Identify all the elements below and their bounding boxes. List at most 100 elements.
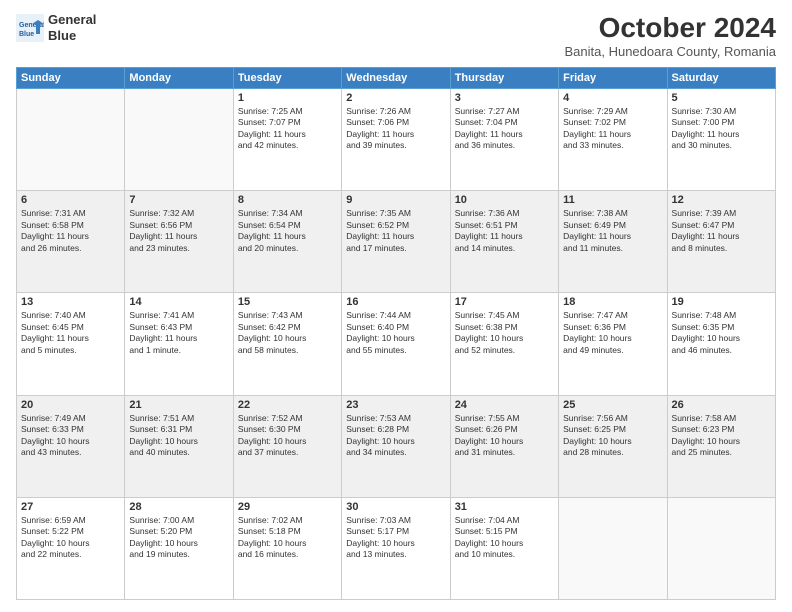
day-info: Sunrise: 7:44 AM Sunset: 6:40 PM Dayligh… — [346, 310, 445, 356]
svg-text:Blue: Blue — [19, 31, 34, 38]
table-row: 11Sunrise: 7:38 AM Sunset: 6:49 PM Dayli… — [559, 191, 667, 293]
table-row: 16 Sunrise: 7:44 AM Sunset: 6:40 PM Dayli… — [342, 293, 450, 395]
calendar-table: Sunday Monday Tuesday Wednesday Thursday… — [16, 67, 776, 600]
table-row: 27 Sunrise: 6:59 AM Sunset: 5:22 PM Dayli… — [17, 497, 125, 599]
table-row — [559, 497, 667, 599]
day-number: 19 — [672, 296, 771, 308]
header-friday: Friday — [559, 68, 667, 89]
day-number: 10 — [455, 194, 554, 206]
header-sunday: Sunday — [17, 68, 125, 89]
day-info: Sunrise: 7:48 AM Sunset: 6:35 PM Dayligh… — [672, 310, 771, 356]
day-info: Sunrise: 7:29 AM Sunset: 7:02 PM Dayligh… — [563, 106, 662, 152]
table-row — [667, 497, 775, 599]
calendar-week-row: 6Sunrise: 7:31 AM Sunset: 6:58 PM Daylig… — [17, 191, 776, 293]
table-row: 25 Sunrise: 7:56 AM Sunset: 6:25 PM Dayli… — [559, 395, 667, 497]
page: General Blue General Blue October 2024 B… — [0, 0, 792, 612]
day-info: Sunrise: 7:36 AM Sunset: 6:51 PM Dayligh… — [455, 208, 554, 254]
day-info: Sunrise: 7:04 AM Sunset: 5:15 PM Dayligh… — [455, 515, 554, 561]
day-info: Sunrise: 7:25 AM Sunset: 7:07 PM Dayligh… — [238, 106, 337, 152]
table-row: 7 Sunrise: 7:32 AM Sunset: 6:56 PM Daylig… — [125, 191, 233, 293]
table-row: 19 Sunrise: 7:48 AM Sunset: 6:35 PM Dayli… — [667, 293, 775, 395]
day-number: 26 — [672, 399, 771, 411]
day-number: 22 — [238, 399, 337, 411]
day-number: 8 — [238, 194, 337, 206]
day-number: 16 — [346, 296, 445, 308]
table-row: 13Sunrise: 7:40 AM Sunset: 6:45 PM Dayli… — [17, 293, 125, 395]
day-info: Sunrise: 7:58 AM Sunset: 6:23 PM Dayligh… — [672, 413, 771, 459]
calendar-week-row: 1 Sunrise: 7:25 AM Sunset: 7:07 PM Daylig… — [17, 89, 776, 191]
header: General Blue General Blue October 2024 B… — [16, 12, 776, 59]
table-row: 12 Sunrise: 7:39 AM Sunset: 6:47 PM Dayli… — [667, 191, 775, 293]
day-number: 31 — [455, 501, 554, 513]
table-row: 2Sunrise: 7:26 AM Sunset: 7:06 PM Daylig… — [342, 89, 450, 191]
day-info: Sunrise: 7:43 AM Sunset: 6:42 PM Dayligh… — [238, 310, 337, 356]
table-row: 14 Sunrise: 7:41 AM Sunset: 6:43 PM Dayli… — [125, 293, 233, 395]
day-number: 20 — [21, 399, 120, 411]
day-number: 21 — [129, 399, 228, 411]
table-row: 22 Sunrise: 7:52 AM Sunset: 6:30 PM Dayli… — [233, 395, 341, 497]
day-number: 28 — [129, 501, 228, 513]
logo: General Blue General Blue — [16, 12, 96, 43]
weekday-header-row: Sunday Monday Tuesday Wednesday Thursday… — [17, 68, 776, 89]
calendar-week-row: 13Sunrise: 7:40 AM Sunset: 6:45 PM Dayli… — [17, 293, 776, 395]
day-info: Sunrise: 7:41 AM Sunset: 6:43 PM Dayligh… — [129, 310, 228, 356]
day-number: 18 — [563, 296, 662, 308]
table-row: 29 Sunrise: 7:02 AM Sunset: 5:18 PM Dayli… — [233, 497, 341, 599]
table-row: 1 Sunrise: 7:25 AM Sunset: 7:07 PM Daylig… — [233, 89, 341, 191]
day-number: 1 — [238, 92, 337, 104]
day-number: 27 — [21, 501, 120, 513]
table-row: 6Sunrise: 7:31 AM Sunset: 6:58 PM Daylig… — [17, 191, 125, 293]
day-info: Sunrise: 7:31 AM Sunset: 6:58 PM Dayligh… — [21, 208, 120, 254]
day-number: 12 — [672, 194, 771, 206]
day-info: Sunrise: 7:30 AM Sunset: 7:00 PM Dayligh… — [672, 106, 771, 152]
day-info: Sunrise: 7:35 AM Sunset: 6:52 PM Dayligh… — [346, 208, 445, 254]
logo-icon: General Blue — [16, 14, 44, 42]
day-number: 4 — [563, 92, 662, 104]
table-row: 10 Sunrise: 7:36 AM Sunset: 6:51 PM Dayli… — [450, 191, 558, 293]
day-number: 29 — [238, 501, 337, 513]
day-number: 3 — [455, 92, 554, 104]
table-row: 8 Sunrise: 7:34 AM Sunset: 6:54 PM Daylig… — [233, 191, 341, 293]
table-row: 9Sunrise: 7:35 AM Sunset: 6:52 PM Daylig… — [342, 191, 450, 293]
day-info: Sunrise: 7:40 AM Sunset: 6:45 PM Dayligh… — [21, 310, 120, 356]
calendar-subtitle: Banita, Hunedoara County, Romania — [565, 44, 777, 59]
calendar-title: October 2024 — [565, 12, 777, 44]
day-info: Sunrise: 7:38 AM Sunset: 6:49 PM Dayligh… — [563, 208, 662, 254]
day-info: Sunrise: 7:49 AM Sunset: 6:33 PM Dayligh… — [21, 413, 120, 459]
header-saturday: Saturday — [667, 68, 775, 89]
table-row: 26 Sunrise: 7:58 AM Sunset: 6:23 PM Dayli… — [667, 395, 775, 497]
calendar-week-row: 27 Sunrise: 6:59 AM Sunset: 5:22 PM Dayli… — [17, 497, 776, 599]
table-row — [17, 89, 125, 191]
day-info: Sunrise: 7:02 AM Sunset: 5:18 PM Dayligh… — [238, 515, 337, 561]
table-row: 31 Sunrise: 7:04 AM Sunset: 5:15 PM Dayli… — [450, 497, 558, 599]
day-number: 7 — [129, 194, 228, 206]
day-info: Sunrise: 7:47 AM Sunset: 6:36 PM Dayligh… — [563, 310, 662, 356]
table-row: 30Sunrise: 7:03 AM Sunset: 5:17 PM Dayli… — [342, 497, 450, 599]
day-number: 14 — [129, 296, 228, 308]
day-info: Sunrise: 7:53 AM Sunset: 6:28 PM Dayligh… — [346, 413, 445, 459]
day-info: Sunrise: 7:51 AM Sunset: 6:31 PM Dayligh… — [129, 413, 228, 459]
header-tuesday: Tuesday — [233, 68, 341, 89]
day-number: 15 — [238, 296, 337, 308]
day-info: Sunrise: 7:45 AM Sunset: 6:38 PM Dayligh… — [455, 310, 554, 356]
header-thursday: Thursday — [450, 68, 558, 89]
day-info: Sunrise: 7:00 AM Sunset: 5:20 PM Dayligh… — [129, 515, 228, 561]
table-row: 5 Sunrise: 7:30 AM Sunset: 7:00 PM Daylig… — [667, 89, 775, 191]
table-row: 17 Sunrise: 7:45 AM Sunset: 6:38 PM Dayli… — [450, 293, 558, 395]
day-info: Sunrise: 6:59 AM Sunset: 5:22 PM Dayligh… — [21, 515, 120, 561]
day-info: Sunrise: 7:39 AM Sunset: 6:47 PM Dayligh… — [672, 208, 771, 254]
day-number: 24 — [455, 399, 554, 411]
day-info: Sunrise: 7:52 AM Sunset: 6:30 PM Dayligh… — [238, 413, 337, 459]
day-info: Sunrise: 7:34 AM Sunset: 6:54 PM Dayligh… — [238, 208, 337, 254]
day-info: Sunrise: 7:56 AM Sunset: 6:25 PM Dayligh… — [563, 413, 662, 459]
day-number: 17 — [455, 296, 554, 308]
day-number: 2 — [346, 92, 445, 104]
table-row: 21 Sunrise: 7:51 AM Sunset: 6:31 PM Dayli… — [125, 395, 233, 497]
title-block: October 2024 Banita, Hunedoara County, R… — [565, 12, 777, 59]
table-row: 28 Sunrise: 7:00 AM Sunset: 5:20 PM Dayli… — [125, 497, 233, 599]
day-info: Sunrise: 7:32 AM Sunset: 6:56 PM Dayligh… — [129, 208, 228, 254]
day-number: 25 — [563, 399, 662, 411]
table-row: 18 Sunrise: 7:47 AM Sunset: 6:36 PM Dayli… — [559, 293, 667, 395]
day-number: 5 — [672, 92, 771, 104]
table-row: 24Sunrise: 7:55 AM Sunset: 6:26 PM Dayli… — [450, 395, 558, 497]
